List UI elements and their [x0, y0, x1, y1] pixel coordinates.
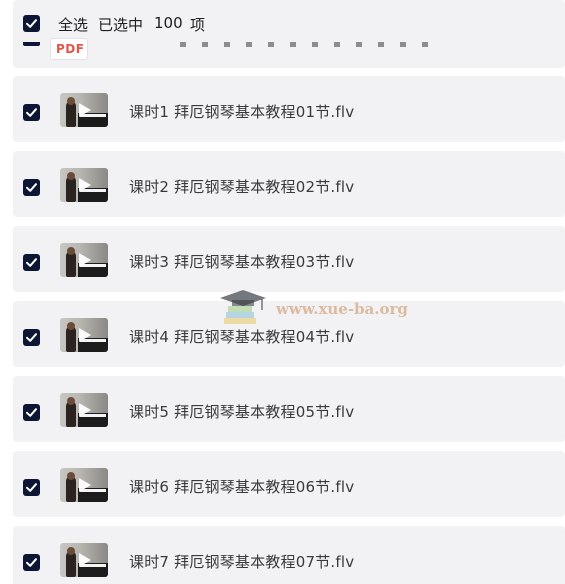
play-icon [79, 253, 91, 267]
item-checkbox[interactable] [23, 554, 40, 571]
checkbox-partial[interactable] [23, 42, 40, 46]
selected-count: 100 [154, 14, 183, 32]
checkmark-icon [26, 258, 37, 267]
item-title[interactable]: 课时3 拜厄钢琴基本教程03节.flv [129, 251, 354, 272]
video-thumbnail[interactable] [60, 243, 108, 277]
checkmark-icon [26, 19, 37, 28]
partial-item-title [180, 42, 440, 47]
thumbnail-head [67, 547, 75, 555]
checkmark-icon [26, 408, 37, 417]
video-thumbnail[interactable] [60, 93, 108, 127]
thumbnail-head [67, 247, 75, 255]
pdf-badge-label: PDF [56, 42, 85, 56]
video-thumbnail[interactable] [60, 318, 108, 352]
play-icon [79, 103, 91, 117]
play-icon [79, 328, 91, 342]
unit-label: 项 [190, 16, 206, 34]
thumbnail-head [67, 397, 75, 405]
checkmark-icon [26, 333, 37, 342]
list-item[interactable]: 课时6 拜厄钢琴基本教程06节.flv [13, 451, 565, 517]
select-all-label[interactable]: 全选 [58, 14, 88, 35]
item-title[interactable]: 课时5 拜厄钢琴基本教程05节.flv [129, 401, 354, 422]
selected-label: 已选中 [98, 16, 144, 34]
checkmark-icon [26, 183, 37, 192]
play-icon [79, 403, 91, 417]
video-thumbnail[interactable] [60, 543, 108, 577]
play-icon [79, 553, 91, 567]
item-title[interactable]: 课时2 拜厄钢琴基本教程02节.flv [129, 176, 354, 197]
file-list-page: PDF 全选 已选中 100 项 课时1 拜厄钢琴基本教程01节.flv 课时2 … [0, 0, 565, 584]
item-checkbox[interactable] [23, 179, 40, 196]
watermark: www.xue-ba.org [218, 286, 418, 332]
thumbnail-head [67, 472, 75, 480]
list-item[interactable]: 课时1 拜厄钢琴基本教程01节.flv [13, 76, 565, 142]
video-thumbnail[interactable] [60, 468, 108, 502]
thumbnail-head [67, 97, 75, 105]
selection-header: 全选 已选中 100 项 [0, 0, 565, 42]
item-title[interactable]: 课时7 拜厄钢琴基本教程07节.flv [129, 551, 354, 572]
list-item[interactable]: 课时5 拜厄钢琴基本教程05节.flv [13, 376, 565, 442]
item-checkbox[interactable] [23, 104, 40, 121]
item-title[interactable]: 课时6 拜厄钢琴基本教程06节.flv [129, 476, 354, 497]
item-checkbox[interactable] [23, 329, 40, 346]
thumbnail-head [67, 322, 75, 330]
item-checkbox[interactable] [23, 479, 40, 496]
thumbnail-head [67, 172, 75, 180]
checkmark-icon [26, 483, 37, 492]
video-thumbnail[interactable] [60, 393, 108, 427]
select-all-checkbox[interactable] [23, 15, 40, 32]
item-checkbox[interactable] [23, 404, 40, 421]
play-icon [79, 478, 91, 492]
item-checkbox[interactable] [23, 254, 40, 271]
graduation-cap-icon [220, 290, 266, 324]
item-title[interactable]: 课时1 拜厄钢琴基本教程01节.flv [129, 101, 354, 122]
list-item[interactable]: 课时3 拜厄钢琴基本教程03节.flv [13, 226, 565, 292]
play-icon [79, 178, 91, 192]
watermark-text: www.xue-ba.org [276, 300, 408, 318]
checkmark-icon [26, 558, 37, 567]
list-item[interactable]: 课时2 拜厄钢琴基本教程02节.flv [13, 151, 565, 217]
checkmark-icon [26, 108, 37, 117]
video-thumbnail[interactable] [60, 168, 108, 202]
list-item[interactable]: 课时7 拜厄钢琴基本教程07节.flv [13, 526, 565, 584]
